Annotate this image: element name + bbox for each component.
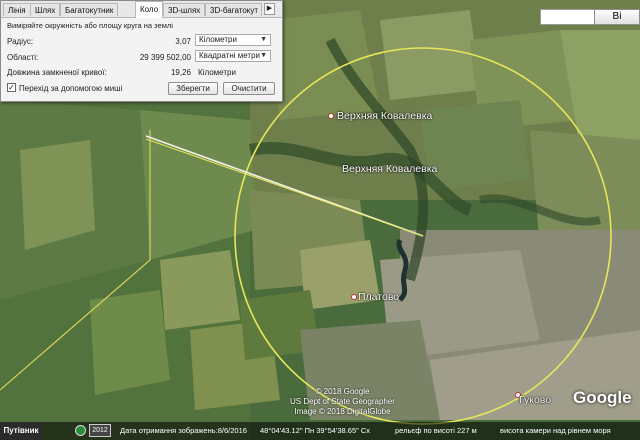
instruction-text: Виміряйте окружність або площу круга на … xyxy=(7,21,173,30)
checkmark-icon: ✓ xyxy=(8,83,15,92)
perimeter-value: 19,26 xyxy=(170,68,191,77)
tab-polygon[interactable]: Багатокутник xyxy=(60,3,119,16)
coordinates: 48°04'43.12" Пн 39°54'38.65" Сх xyxy=(260,426,371,435)
place-label-platovo[interactable]: Платово xyxy=(358,291,399,303)
dropdown-arrow-icon: ▼ xyxy=(260,36,267,43)
dropdown-arrow-icon: ▼ xyxy=(260,52,267,59)
radius-unit-select[interactable]: Кілометри ▼ xyxy=(195,34,271,46)
radius-label: Радіус: xyxy=(7,37,34,46)
tab-3d-polygon[interactable]: 3D-багатокут xyxy=(205,3,262,16)
area-unit-value: Квадратні метри xyxy=(199,51,261,60)
image-date: Дата отримання зображень:8/6/2016 xyxy=(120,426,247,435)
copyright-line: Image © 2018 DigitalGlobe xyxy=(294,407,391,416)
radius-unit-value: Кілометри xyxy=(199,35,237,44)
place-label-gukovo[interactable]: Гуково xyxy=(519,394,551,406)
globe-icon[interactable] xyxy=(75,425,86,436)
clear-button[interactable]: Очистити xyxy=(223,82,275,95)
area-unit-select[interactable]: Квадратні метри ▼ xyxy=(195,50,271,62)
copyright-line: © 2018 Google xyxy=(315,387,370,396)
tab-circle[interactable]: Коло xyxy=(135,1,164,18)
ruler-tabs: Лінія Шлях Багатокутник Коло 3D-шлях 3D-… xyxy=(1,1,282,18)
area-value: 29 399 502,00 xyxy=(139,53,191,62)
place-label-verkhnyaya-kovalevka[interactable]: Верхняя Ковалевка xyxy=(337,110,432,122)
perimeter-unit: Кілометри xyxy=(198,68,236,77)
perimeter-label: Довжина замкненої кривої: xyxy=(7,68,107,77)
historical-imagery-year[interactable]: 2012 xyxy=(89,424,111,437)
copyright-line: US Dept of State Geographer xyxy=(290,397,395,406)
area-label: Області: xyxy=(7,53,39,62)
place-pin[interactable] xyxy=(351,294,357,300)
search-button[interactable]: Ві xyxy=(594,9,640,25)
tab-path[interactable]: Шлях xyxy=(30,3,61,16)
google-logo: Google xyxy=(573,388,632,407)
place-label-verkhnyaya-kovalevka-2[interactable]: Верхняя Ковалевка xyxy=(342,163,437,175)
radius-value: 3,07 xyxy=(175,37,191,46)
mouse-nav-checkbox[interactable]: ✓ xyxy=(7,83,16,92)
camera-altitude: висота камери над рівнем моря xyxy=(500,426,611,435)
place-pin[interactable] xyxy=(328,113,334,119)
map-copyright: © 2018 Google US Dept of State Geographe… xyxy=(290,387,395,417)
tab-3d-path[interactable]: 3D-шлях xyxy=(163,3,206,16)
ruler-dialog: Лінія Шлях Багатокутник Коло 3D-шлях 3D-… xyxy=(0,0,283,102)
save-button[interactable]: Зберегти xyxy=(168,82,218,95)
tab-line[interactable]: Лінія xyxy=(3,3,31,16)
tour-guide-button[interactable]: Путівник xyxy=(0,422,42,440)
mouse-nav-label[interactable]: Перехід за допомогою миші xyxy=(19,84,122,93)
elevation: рельєф по висоті 227 м xyxy=(395,426,477,435)
chevron-right-icon[interactable]: ▶ xyxy=(264,3,275,15)
